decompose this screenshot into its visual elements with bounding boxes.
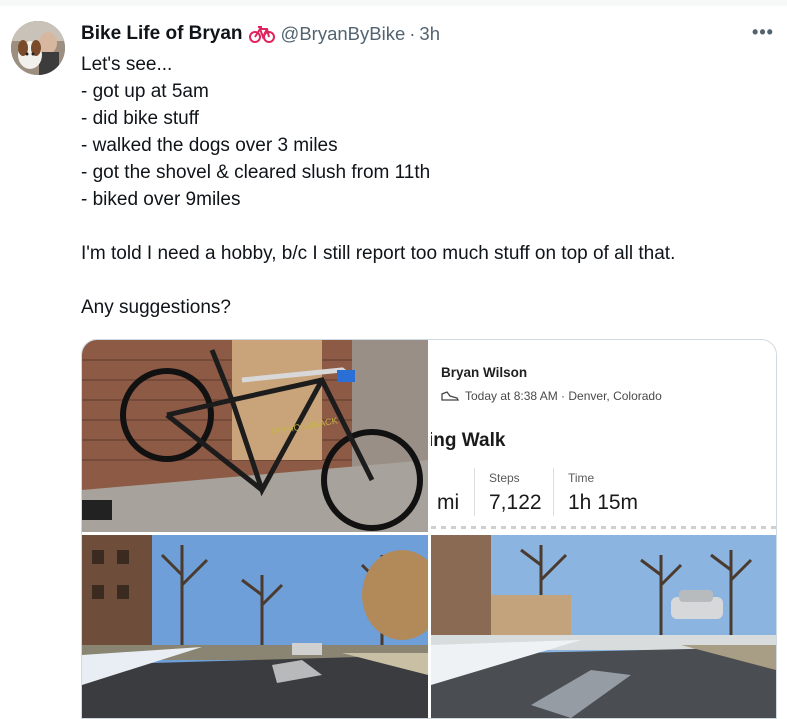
timeline-top-edge (0, 0, 787, 6)
stat-divider (553, 468, 554, 516)
time-label: Time (568, 471, 595, 485)
author-handle[interactable]: @BryanByBike (281, 23, 406, 45)
stat-divider (474, 468, 475, 516)
tweet-line: - biked over 9miles (81, 189, 241, 210)
tweet-line: Any suggestions? (81, 297, 231, 318)
tweet-line: I'm told I need a hobby, b/c I still rep… (81, 243, 676, 264)
steps-value: 7,122 (489, 491, 542, 514)
author-name[interactable]: Bike Life of Bryan (81, 23, 243, 45)
tweet-line: Let's see... (81, 54, 173, 75)
tweet-line: - got the shovel & cleared slush from 11… (81, 162, 431, 183)
tweet-text: Let's see... - got up at 5am - did bike … (81, 51, 771, 321)
tweet-header: Bike Life of Bryan @BryanByBike · 3h (81, 22, 440, 46)
street-photo-left[interactable] (82, 535, 428, 718)
avatar[interactable] (11, 21, 65, 75)
workout-title: ing Walk (431, 430, 506, 451)
workout-summary-card[interactable]: Bryan Wilson Today at 8:38 AM · Denver, … (431, 340, 776, 532)
bicycle-icon (248, 24, 275, 44)
time-value: 1h 15m (568, 491, 639, 514)
media-grid: DIAMONDBACK Bryan Wilson Today at 8:38 A… (81, 339, 777, 719)
tweet-line (81, 213, 771, 240)
workout-user-name: Bryan Wilson (441, 365, 528, 380)
tweet-line: - did bike stuff (81, 108, 199, 129)
shoe-icon (441, 390, 460, 402)
distance-unit: mi (437, 491, 460, 514)
workout-date-location: Today at 8:38 AM · Denver, Colorado (465, 389, 662, 403)
tweet-line: - walked the dogs over 3 miles (81, 135, 338, 156)
street-photo-right[interactable] (431, 535, 776, 718)
post-time[interactable]: 3h (419, 23, 440, 45)
header-separator: · (409, 23, 416, 44)
workout-meta: Today at 8:38 AM · Denver, Colorado (441, 389, 662, 403)
card-divider (431, 526, 776, 529)
tweet-line (81, 267, 771, 294)
tweet-line: - got up at 5am (81, 81, 209, 102)
more-options-icon[interactable]: ••• (748, 22, 778, 48)
bike-photo[interactable]: DIAMONDBACK (82, 340, 428, 532)
steps-label: Steps (489, 471, 520, 485)
